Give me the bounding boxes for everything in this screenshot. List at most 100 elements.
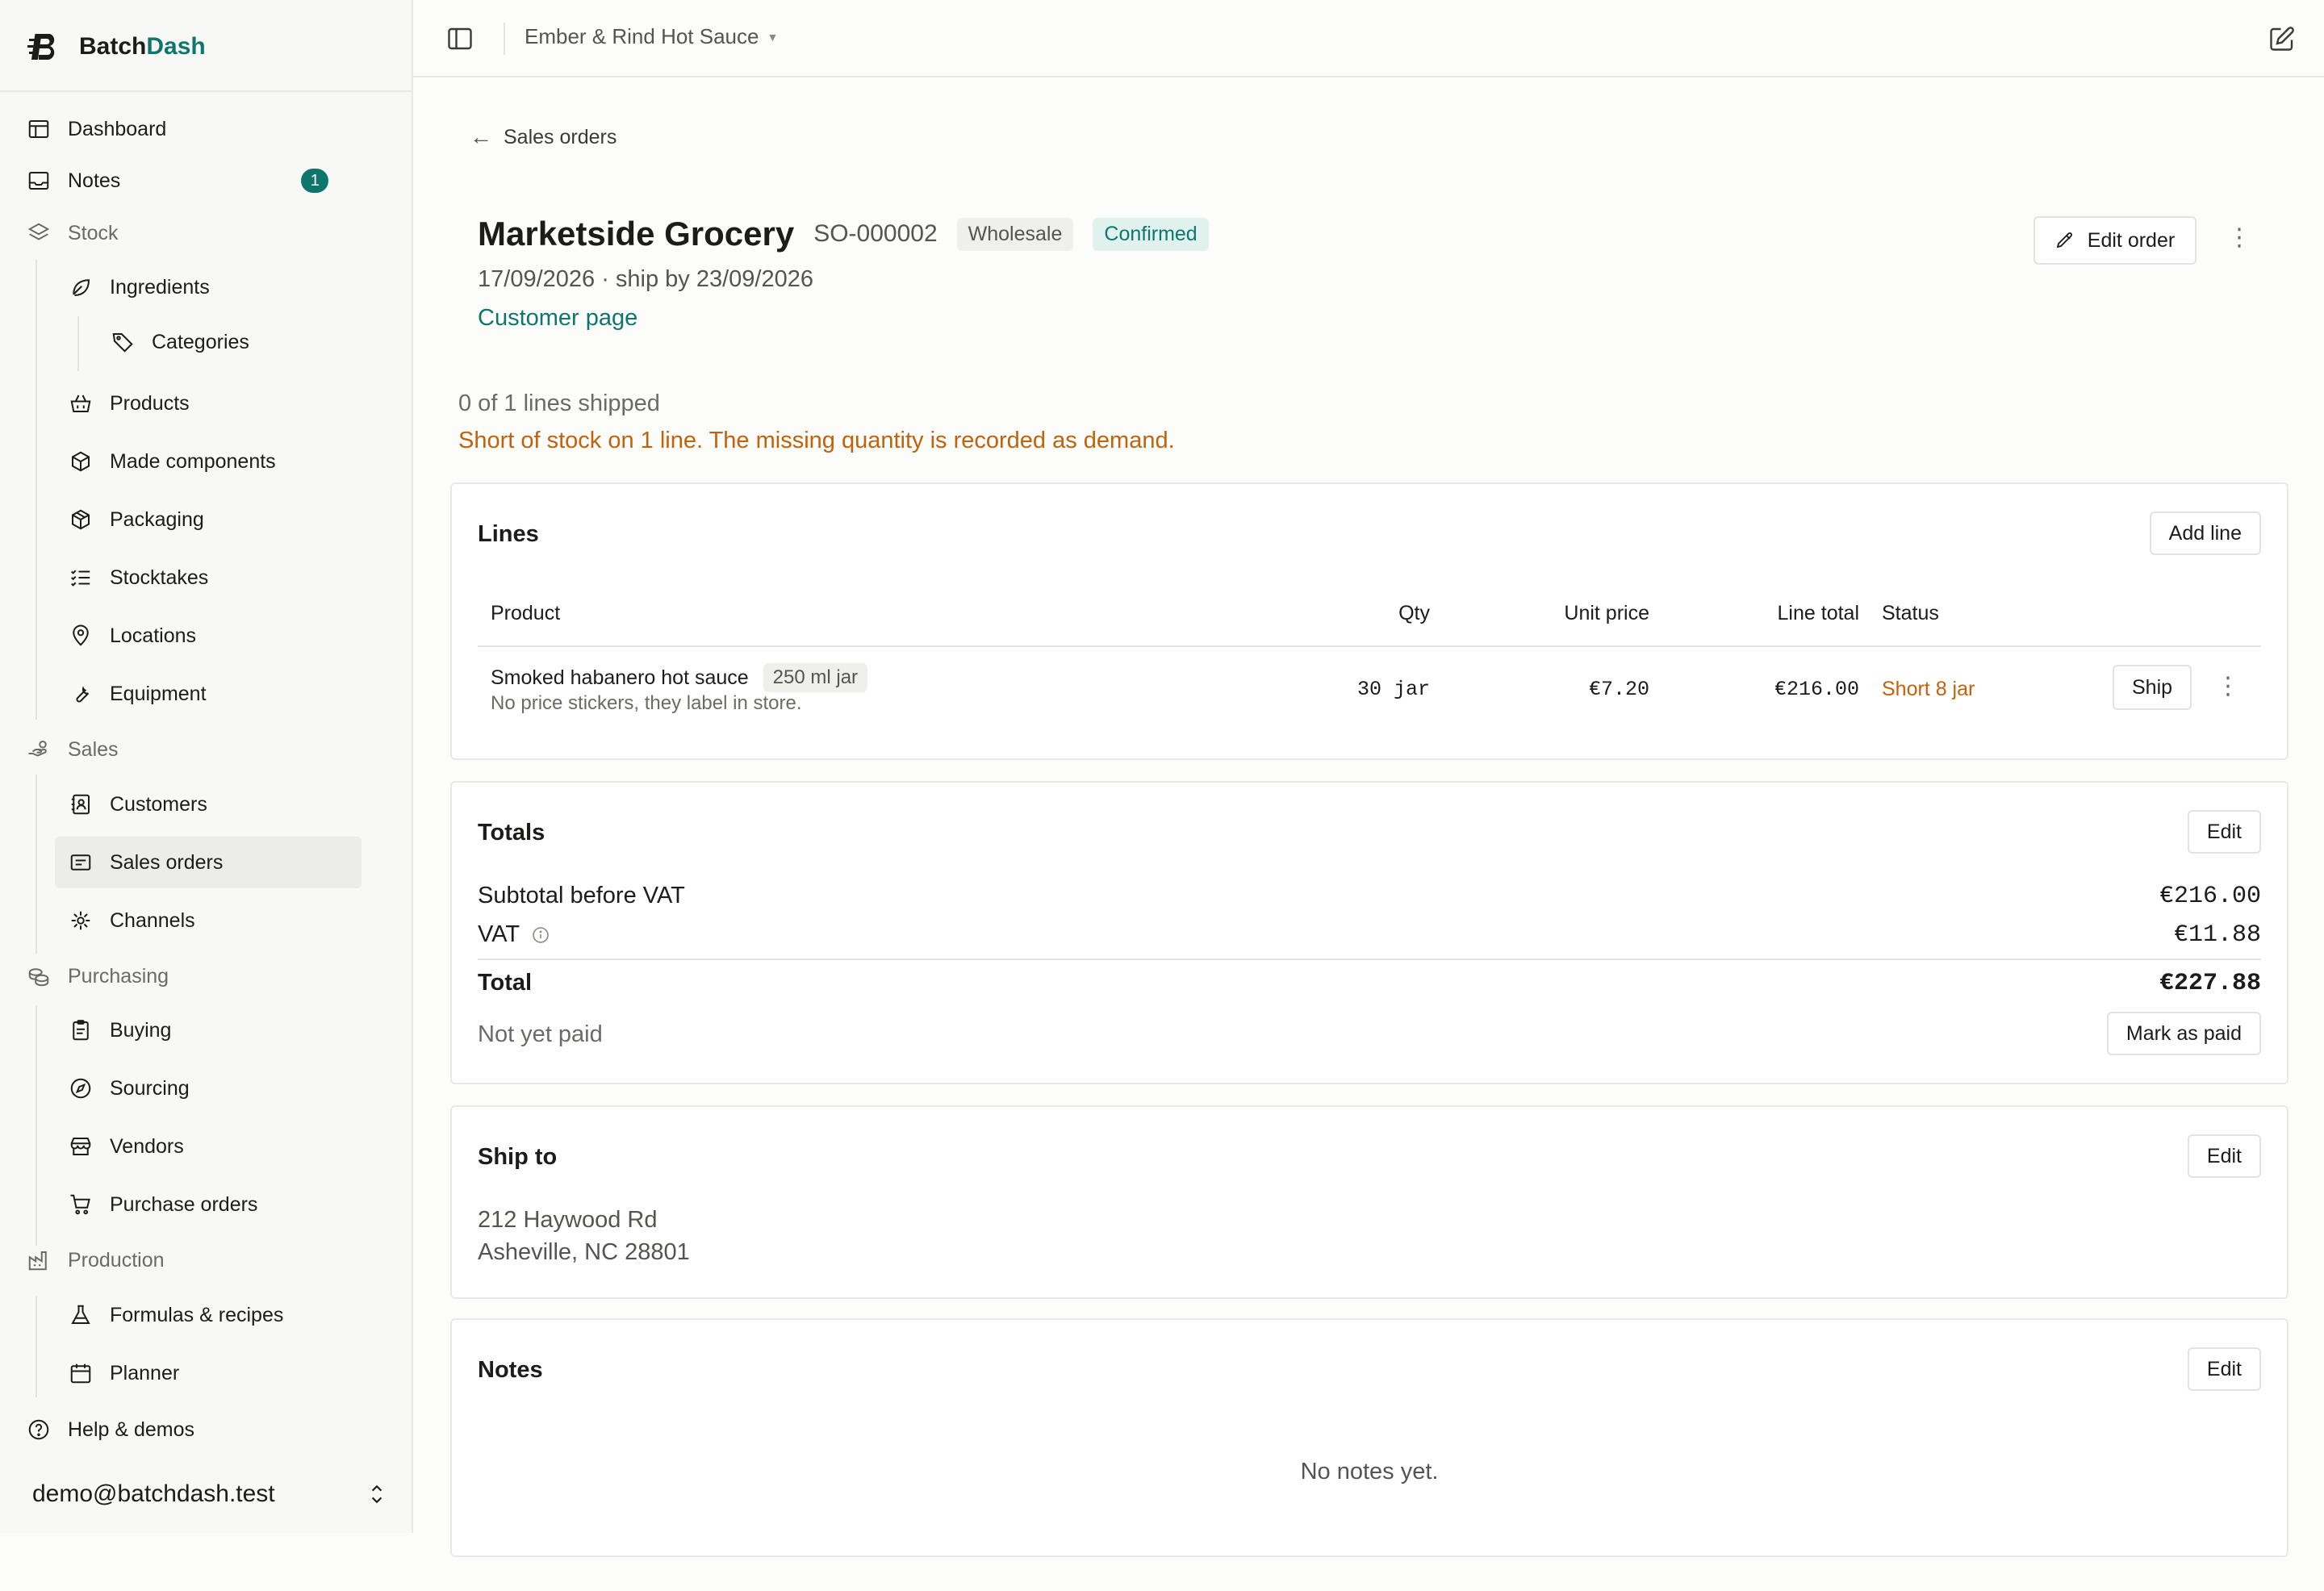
sidebar: BatchDash Dashboard Notes 1 Stock Ingred…: [0, 0, 413, 1533]
sidebar-item-ingredients[interactable]: Ingredients: [68, 261, 210, 313]
sidebar-item-purchase-orders[interactable]: Purchase orders: [68, 1179, 257, 1230]
line-product-size: 250 ml jar: [763, 663, 868, 692]
total-label: Total: [478, 970, 533, 996]
sidebar-group-label: Stock: [68, 221, 119, 244]
channel-badge: Wholesale: [956, 217, 1074, 251]
sidebar-item-help[interactable]: Help & demos: [26, 1404, 194, 1455]
sidebar-item-notes[interactable]: Notes 1: [26, 155, 329, 207]
production-tree-line: [36, 1296, 37, 1397]
sidebar-item-label: Planner: [110, 1361, 180, 1384]
checklist-icon: [68, 565, 94, 591]
workspace-name: Ember & Rind Hot Sauce: [525, 24, 759, 48]
leaf-icon: [68, 274, 94, 300]
order-dates: 17/09/2026 · ship by 23/09/2026: [478, 266, 813, 292]
notes-count-badge: 1: [301, 169, 329, 193]
sidebar-group-sales[interactable]: Sales: [26, 724, 119, 775]
coins-icon: [26, 963, 52, 989]
sidebar-item-planner[interactable]: Planner: [68, 1347, 179, 1399]
dashboard-icon: [26, 116, 52, 142]
sidebar-group-stock[interactable]: Stock: [26, 207, 119, 259]
sidebar-group-production[interactable]: Production: [26, 1234, 165, 1286]
address-line-2: Asheville, NC 28801: [478, 1239, 690, 1265]
receipt-icon: [68, 850, 94, 875]
sidebar-item-products[interactable]: Products: [68, 378, 190, 429]
mark-as-paid-button[interactable]: Mark as paid: [2106, 1012, 2261, 1055]
sidebar-item-label: Categories: [152, 330, 249, 353]
subtotal-value: €216.00: [2159, 883, 2261, 910]
sidebar-item-categories[interactable]: Categories: [110, 316, 249, 368]
sidebar-group-purchasing[interactable]: Purchasing: [26, 950, 169, 1002]
col-header-status: Status: [1882, 602, 1939, 624]
flask-icon: [68, 1302, 94, 1328]
line-note: No price stickers, they label in store.: [491, 692, 802, 714]
lines-card: Lines Add line Product Qty Unit price Li…: [450, 482, 2288, 760]
sidebar-item-channels[interactable]: Channels: [68, 895, 195, 946]
sidebar-item-buying[interactable]: Buying: [68, 1004, 171, 1056]
sidebar-item-made-components[interactable]: Made components: [68, 436, 276, 487]
compose-icon[interactable]: [2268, 24, 2297, 53]
sidebar-item-label: Dashboard: [68, 117, 167, 140]
edit-notes-button[interactable]: Edit: [2187, 1347, 2261, 1391]
basket-icon: [68, 390, 94, 416]
sidebar-item-dashboard[interactable]: Dashboard: [26, 103, 166, 155]
page-title: Marketside Grocery: [478, 215, 795, 253]
tag-icon: [110, 329, 136, 355]
chevrons-up-down-icon: [371, 1485, 382, 1504]
customer-page-link[interactable]: Customer page: [478, 305, 637, 332]
notes-card: Notes Edit No notes yet.: [450, 1318, 2288, 1557]
workspace-switcher[interactable]: Ember & Rind Hot Sauce ▼: [525, 24, 778, 49]
sidebar-item-locations[interactable]: Locations: [68, 610, 196, 662]
cart-icon: [68, 1192, 94, 1217]
arrow-left-icon: ←: [470, 124, 492, 149]
col-header-unit-price: Unit price: [1564, 602, 1649, 624]
sidebar-item-stocktakes[interactable]: Stocktakes: [68, 552, 208, 603]
pencil-icon: [2056, 232, 2072, 248]
sidebar-item-label: Channels: [110, 908, 195, 932]
sidebar-item-sales-orders[interactable]: Sales orders: [55, 837, 362, 888]
vat-row: VAT: [478, 921, 550, 948]
status-badge: Confirmed: [1093, 217, 1209, 251]
order-more-icon[interactable]: ⋮: [2227, 226, 2251, 250]
address-line-1: 212 Haywood Rd: [478, 1207, 658, 1233]
sidebar-item-label: Stocktakes: [110, 566, 209, 589]
purchasing-tree-line: [36, 1005, 37, 1246]
ship-line-button[interactable]: Ship: [2113, 665, 2192, 710]
back-link[interactable]: ← Sales orders: [470, 124, 617, 150]
info-icon[interactable]: [531, 925, 550, 945]
layers-icon: [26, 220, 52, 246]
account-switcher[interactable]: demo@batchdash.test: [32, 1476, 387, 1512]
col-header-qty: Qty: [1398, 602, 1430, 624]
sidebar-item-label: Help & demos: [68, 1418, 195, 1441]
totals-divider: [478, 958, 2261, 960]
calendar-icon: [68, 1360, 94, 1386]
sidebar-toggle-icon[interactable]: [445, 24, 474, 53]
sidebar-item-label: Vendors: [110, 1134, 184, 1158]
line-more-icon[interactable]: ⋮: [2216, 674, 2240, 699]
sidebar-item-equipment[interactable]: Equipment: [68, 668, 207, 720]
brand[interactable]: BatchDash: [27, 27, 206, 66]
sidebar-item-customers[interactable]: Customers: [68, 779, 207, 830]
topbar: Ember & Rind Hot Sauce ▼: [413, 0, 2324, 77]
sidebar-item-label: Buying: [110, 1018, 172, 1042]
app-root: BatchDash Dashboard Notes 1 Stock Ingred…: [0, 0, 2324, 1591]
edit-ship-to-button[interactable]: Edit: [2187, 1134, 2261, 1178]
sidebar-item-sourcing[interactable]: Sourcing: [68, 1063, 190, 1114]
totals-title: Totals: [478, 820, 545, 846]
sidebar-item-formulas[interactable]: Formulas & recipes: [68, 1289, 283, 1341]
line-status: Short 8 jar: [1882, 678, 1975, 700]
channels-icon: [68, 908, 94, 933]
edit-totals-button[interactable]: Edit: [2187, 810, 2261, 854]
edit-order-button[interactable]: Edit order: [2034, 216, 2197, 265]
cube-icon: [68, 449, 94, 474]
total-value: €227.88: [2159, 970, 2261, 997]
add-line-button[interactable]: Add line: [2149, 512, 2261, 555]
sidebar-item-label: Formulas & recipes: [110, 1303, 284, 1326]
sidebar-item-vendors[interactable]: Vendors: [68, 1121, 184, 1172]
sidebar-item-label: Sales orders: [110, 850, 224, 874]
account-email: demo@batchdash.test: [32, 1480, 275, 1507]
inbox-icon: [26, 168, 52, 194]
edit-order-label: Edit order: [2087, 228, 2176, 252]
sidebar-item-packaging[interactable]: Packaging: [68, 494, 204, 545]
factory-icon: [26, 1247, 52, 1273]
sidebar-item-label: Purchase orders: [110, 1192, 258, 1216]
